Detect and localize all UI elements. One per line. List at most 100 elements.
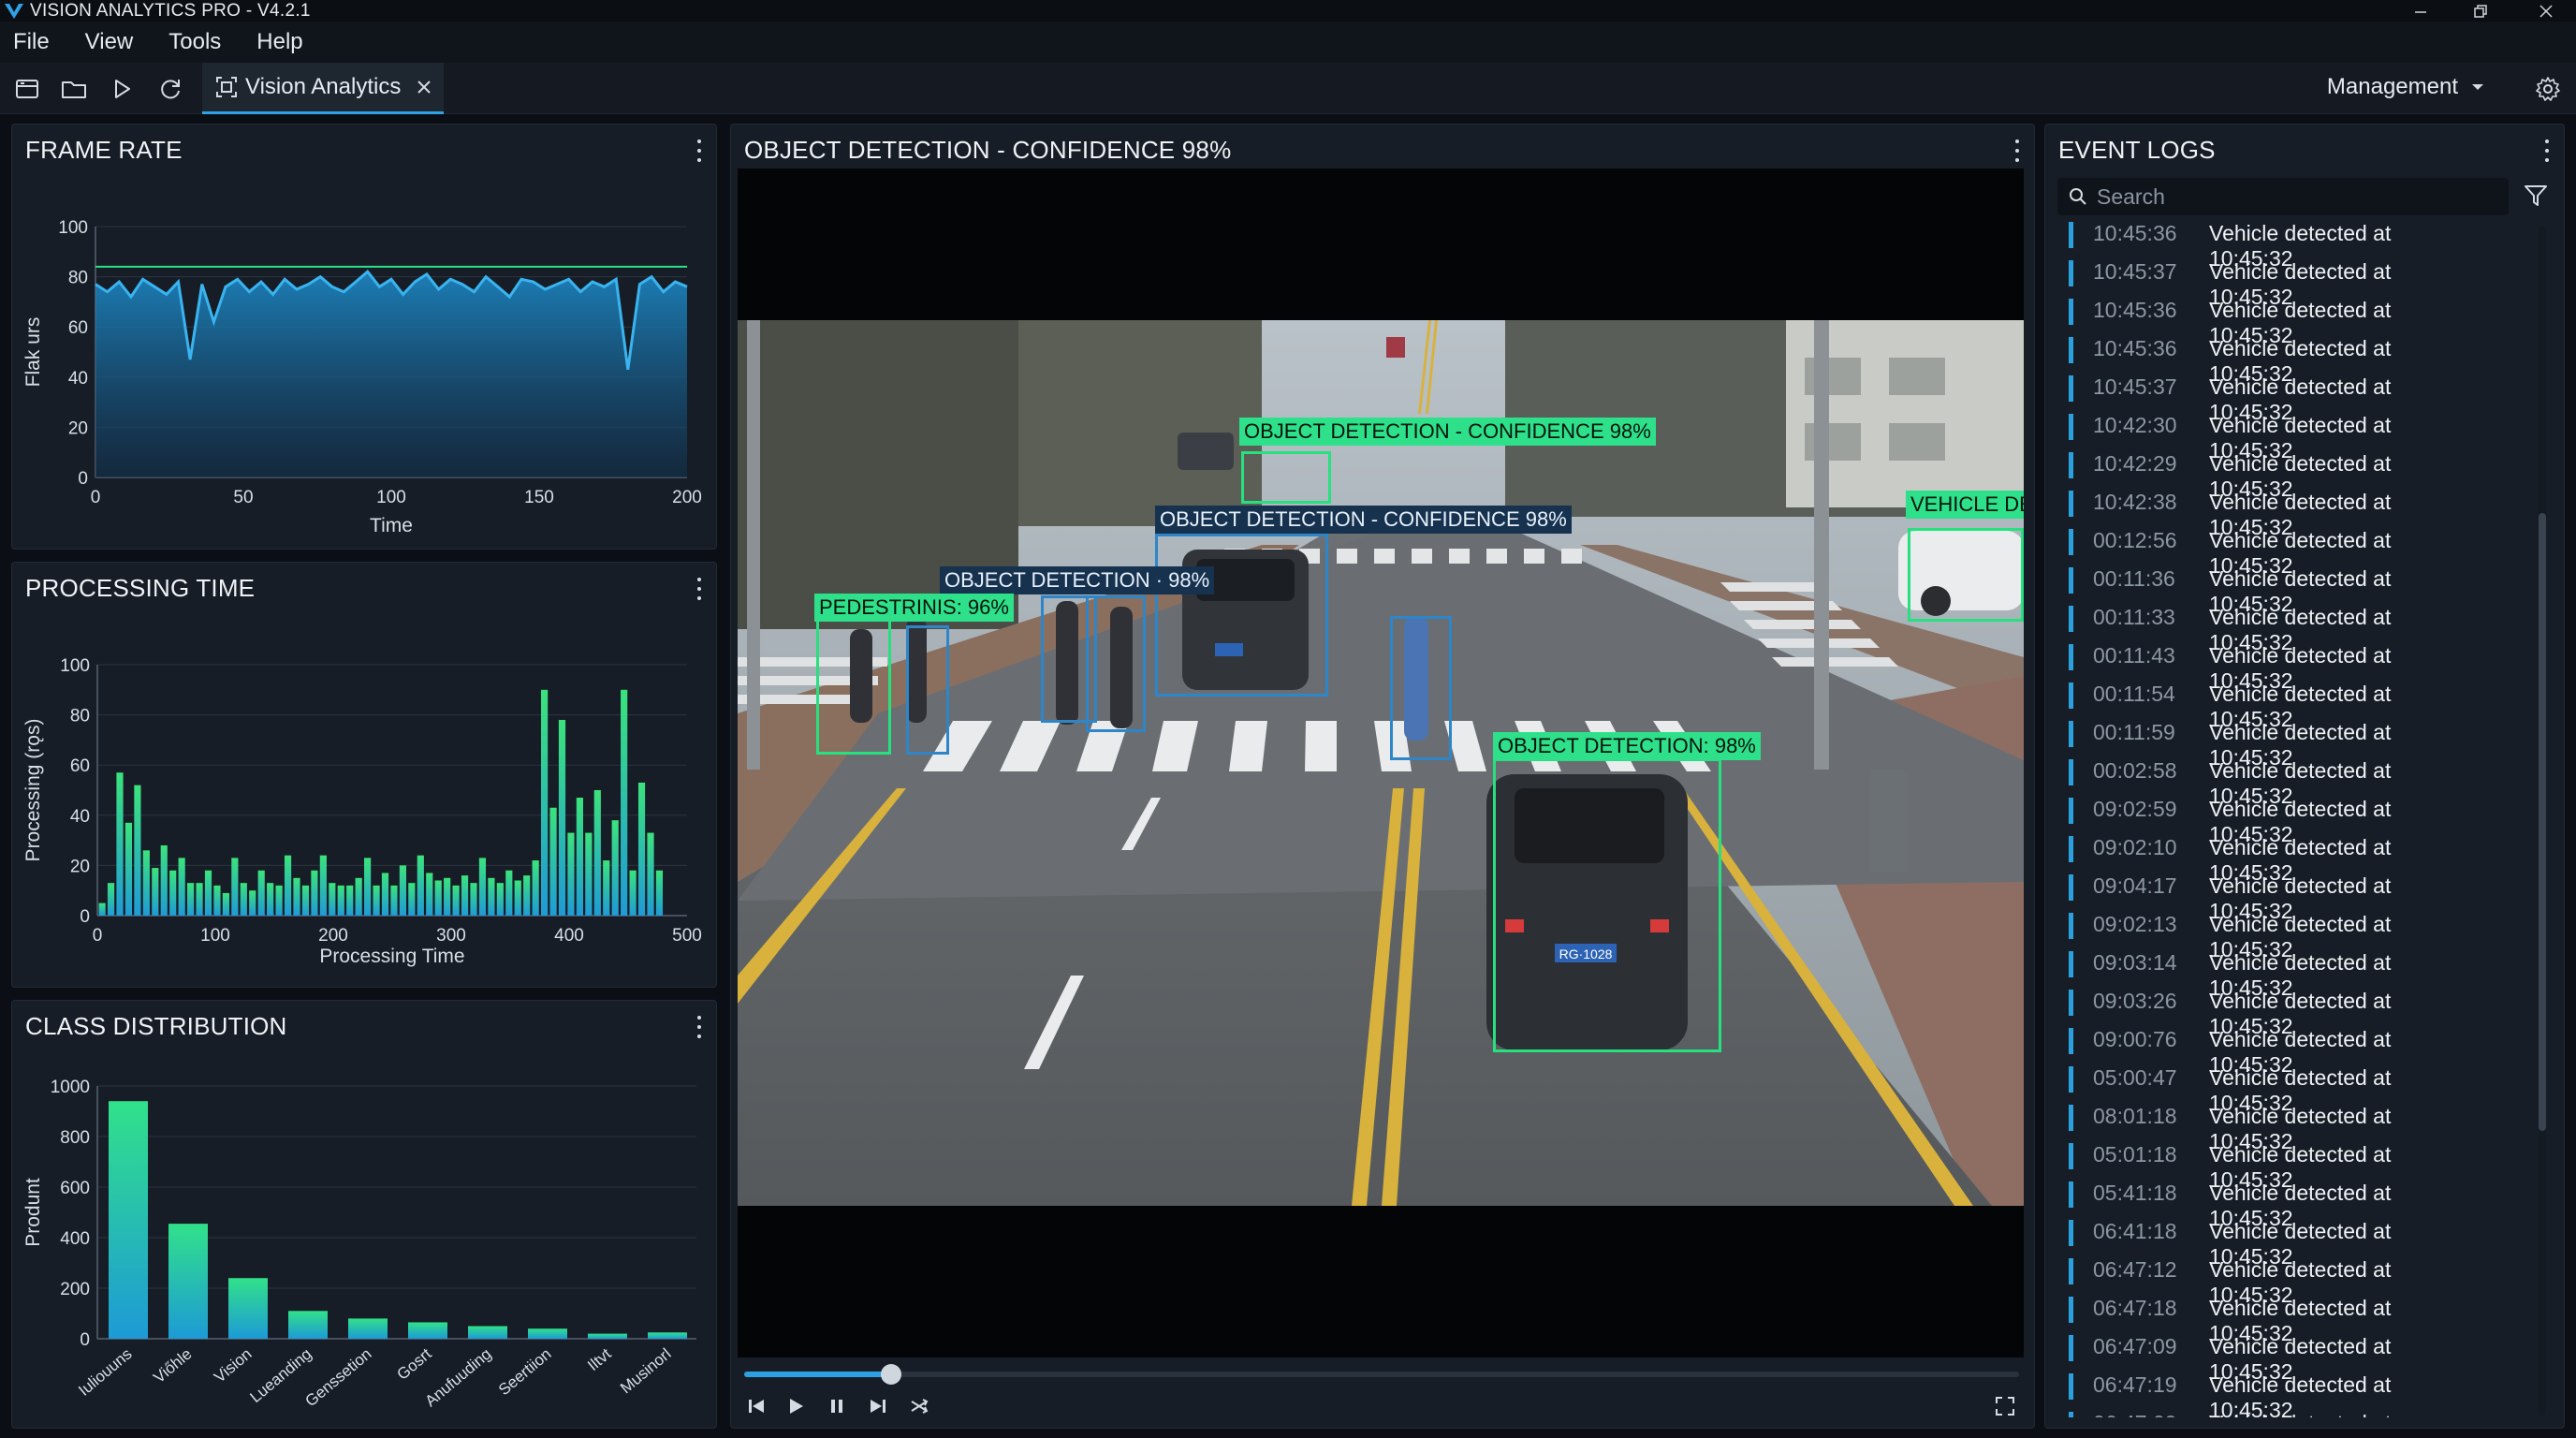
log-entry[interactable]: 09:04:17 Vehicle detected at 10:45:32 (2069, 870, 2481, 923)
video-progress-thumb[interactable] (880, 1364, 901, 1385)
y-tick-label: 80 (68, 269, 88, 288)
video-progress-fill (744, 1372, 891, 1377)
video-play-button[interactable] (783, 1393, 809, 1419)
skip-forward-button[interactable] (865, 1393, 891, 1419)
processing-time-bar (647, 832, 654, 916)
event-logs-menu-button[interactable] (2543, 139, 2551, 162)
detection-box-far-car[interactable] (1241, 451, 1331, 504)
video-pause-button[interactable] (824, 1393, 850, 1419)
log-entry[interactable]: 05:00:47 Vehicle detected at 10:45:32 (2069, 1062, 2481, 1115)
y-tick-label: 0 (80, 907, 90, 927)
log-entry[interactable]: 00:11:54 Vehicle detected at 10:45:32 (2069, 678, 2481, 731)
processing-time-bar (116, 772, 124, 916)
log-entry-marker (2069, 222, 2073, 248)
play-icon (115, 80, 130, 98)
event-log-scroll-thumb[interactable] (2539, 513, 2546, 1131)
log-entry[interactable]: 05:01:18 Vehicle detected at 10:45:32 (2069, 1138, 2481, 1192)
log-entry[interactable]: 06:47:18 Vehicle detected at 10:45:32 (2069, 1292, 2481, 1345)
log-entry[interactable]: 06:41:18 Vehicle detected at 10:45:32 (2069, 1215, 2481, 1269)
close-window-button[interactable] (2527, 0, 2565, 22)
new-project-button[interactable] (13, 75, 41, 103)
log-entry[interactable]: 06:47:12 Vehicle detected at 10:45:32 (2069, 1254, 2481, 1307)
log-entry[interactable]: 10:45:37 Vehicle detected at 10:45:32 (2069, 371, 2481, 424)
log-entry-time: 10:45:37 (2093, 259, 2177, 284)
log-entry[interactable]: 10:45:36 Vehicle detected at 10:45:32 (2069, 294, 2481, 347)
open-folder-button[interactable] (60, 75, 88, 103)
log-entry[interactable]: 00:11:36 Vehicle detected at 10:45:32 (2069, 563, 2481, 616)
play-button[interactable] (108, 75, 136, 103)
processing-time-bar (611, 820, 619, 916)
detection-box-right-car[interactable] (1908, 528, 2024, 622)
filter-button[interactable] (2524, 183, 2550, 210)
video-frame: RG·1028 OBJECT DETECTION - CONFIDENCE 98… (738, 320, 2024, 1206)
log-entry[interactable]: 09:03:26 Vehicle detected at 10:45:32 (2069, 985, 2481, 1038)
detection-box-ped-4[interactable] (1390, 616, 1452, 760)
log-entry-marker (2069, 721, 2073, 747)
menu-view[interactable]: View (85, 29, 134, 55)
log-entry[interactable]: 00:11:33 Vehicle detected at 10:45:32 (2069, 601, 2481, 654)
log-entry-marker (2069, 682, 2073, 709)
log-entry[interactable]: 06:47:19 Vehicle detected at 10:45:32 (2069, 1369, 2481, 1417)
log-entry[interactable]: 10:45:36 Vehicle detected at 10:45:32 (2069, 332, 2481, 386)
detection-box-center-car[interactable] (1155, 534, 1328, 697)
log-entry-marker (2069, 990, 2073, 1016)
log-entry[interactable]: 05:41:18 Vehicle detected at 10:45:32 (2069, 1177, 2481, 1230)
log-entry[interactable]: 06:47:09Vehicle detected at 10:45:32 (2069, 1330, 2481, 1384)
log-entry[interactable]: 00:02:58 Vehicle detected at 10:45:32 (2069, 755, 2481, 808)
processing-time-bar (364, 858, 372, 916)
log-entry-time: 00:11:59 (2093, 720, 2175, 744)
log-entry[interactable]: 09:02:10 Vehicle detected at 10:45:32 (2069, 831, 2481, 885)
x-axis-label: Processing Time (319, 946, 464, 967)
processing-time-bar (434, 880, 442, 916)
skip-back-button[interactable] (743, 1393, 769, 1419)
detection-box-ped-3[interactable] (906, 625, 949, 755)
processing-time-bar (346, 885, 354, 916)
detection-box-ped-2[interactable] (1086, 595, 1146, 732)
restore-button[interactable] (2462, 0, 2499, 22)
log-entry-time: 06:47:09 (2093, 1411, 2177, 1417)
shuffle-button[interactable] (906, 1393, 932, 1419)
processing-time-bar (160, 844, 168, 916)
management-label: Management (2326, 74, 2458, 99)
menu-file[interactable]: File (13, 29, 50, 55)
event-log-scrollbar[interactable] (2539, 227, 2546, 1416)
log-entry-message: Vehicle detected at 10:45:32 (2209, 1411, 2481, 1417)
log-entry[interactable]: 10:45:36 Vehicle detected at 10:45:32 (2069, 217, 2481, 271)
video-progress-track[interactable] (744, 1364, 2019, 1385)
y-tick-label: 40 (68, 369, 88, 389)
log-entry[interactable]: 00:11:59 Vehicle detected at 10:45:32 (2069, 716, 2481, 770)
minimize-button[interactable] (2402, 0, 2439, 22)
settings-button[interactable] (2534, 75, 2562, 103)
management-dropdown[interactable]: Management (2327, 74, 2484, 100)
menu-help[interactable]: Help (256, 29, 302, 55)
log-entry[interactable]: 08:01:18 Vehicle detected at 10:45:32 (2069, 1100, 2481, 1153)
log-entry-marker (2069, 836, 2073, 862)
log-entry[interactable]: 10:45:37 Vehicle detected at 10:45:32 (2069, 256, 2481, 309)
detection-box-ped-group[interactable] (816, 612, 891, 755)
refresh-button[interactable] (156, 75, 184, 103)
log-entry[interactable]: 06:47:09 Vehicle detected at 10:45:32 (2069, 1407, 2481, 1417)
log-entry-marker (2069, 1373, 2073, 1400)
processing-time-bar (593, 790, 601, 916)
log-entry[interactable]: 09:03:14 Vehicle detected at 10:45:32 (2069, 946, 2481, 1000)
event-log-list: 10:45:36 Vehicle detected at 10:45:32 10:4… (2069, 217, 2481, 1417)
log-entry[interactable]: 10:42:30 Vehicle detected at 10:45:32 (2069, 409, 2481, 462)
log-entry[interactable]: 09:02:59 Vehicle detected at 10:45:32 (2069, 793, 2481, 846)
log-entry[interactable]: 09:02:13 Vehicle detected at 10:45:32 (2069, 908, 2481, 961)
detection-box-front-car[interactable] (1493, 758, 1721, 1052)
category-label: Genssetion (301, 1345, 374, 1411)
menu-tools[interactable]: Tools (168, 29, 221, 55)
tab-vision-analytics[interactable]: Vision Analytics (202, 63, 444, 114)
log-entry-marker (2069, 1220, 2073, 1246)
processing-time-bar (124, 822, 133, 916)
log-entry[interactable]: 09:00:76 Vehicle detected at 10:45:32 (2069, 1023, 2481, 1077)
tab-close-icon[interactable] (416, 79, 432, 95)
fullscreen-button[interactable] (1992, 1393, 2018, 1419)
log-entry[interactable]: 10:42:38 Vehicle detected at 10:45:32 (2069, 486, 2481, 539)
log-entry[interactable]: 00:12:56 Vehicle detected at 10:45:32 (2069, 524, 2481, 578)
video-menu-button[interactable] (2013, 139, 2021, 162)
search-input[interactable] (2097, 183, 2490, 210)
x-tick-label: 0 (91, 488, 101, 507)
log-entry[interactable]: 00:11:43 Vehicle detected at 10:45:32 (2069, 639, 2481, 693)
log-entry[interactable]: 10:42:29 Vehicle detected at 10:45:32 (2069, 448, 2481, 501)
